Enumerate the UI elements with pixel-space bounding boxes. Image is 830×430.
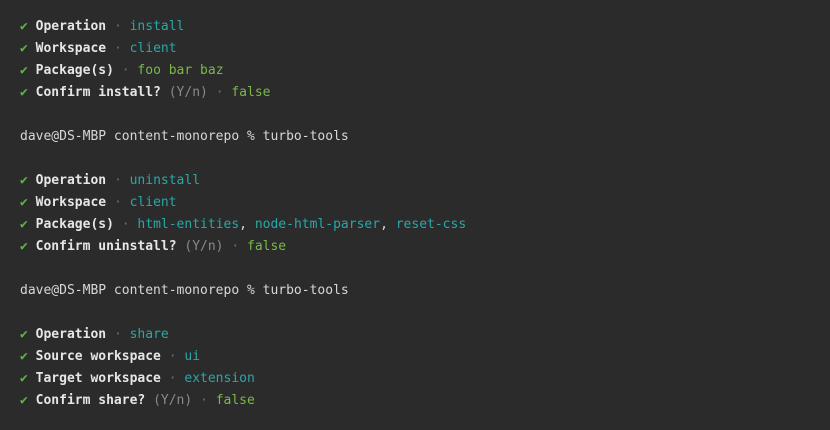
check-icon: ✔ — [20, 393, 28, 408]
prompt-line: ✔ Confirm share? (Y/n) · false — [20, 390, 830, 412]
prompt-value: share — [129, 327, 169, 342]
separator-dot: · — [113, 173, 122, 188]
prompt-label: Source workspace — [35, 349, 161, 364]
prompt-line: ✔ Confirm install? (Y/n) · false — [20, 82, 830, 104]
prompt-section-uninstall: dave@DS-MBP content-monorepo % turbo-too… — [20, 126, 830, 258]
package-value: reset-css — [395, 217, 467, 232]
prompt-line: ✔ Workspace · client — [20, 38, 830, 60]
list-separator: , — [239, 217, 255, 232]
prompt-label: Confirm install? — [35, 85, 161, 100]
separator-dot: · — [200, 393, 208, 408]
check-icon: ✔ — [20, 217, 28, 232]
prompt-label: Operation — [35, 19, 107, 34]
separator-dot: · — [113, 19, 122, 34]
prompt-value: extension — [184, 371, 255, 386]
check-icon: ✔ — [20, 349, 28, 364]
package-value: html-entities — [137, 217, 240, 232]
check-icon: ✔ — [20, 195, 28, 210]
prompt-line: ✔ Operation · share — [20, 324, 830, 346]
check-icon: ✔ — [20, 371, 28, 386]
separator-dot: · — [168, 349, 177, 364]
prompt-label: Target workspace — [35, 371, 161, 386]
prompt-value: foo bar baz — [137, 63, 224, 78]
prompt-value: install — [129, 19, 185, 34]
separator-dot: · — [168, 371, 177, 386]
separator-dot: · — [215, 85, 224, 100]
prompt-value: client — [129, 195, 177, 210]
check-icon: ✔ — [20, 173, 28, 188]
prompt-section-install: ✔ Operation · install ✔ Workspace · clie… — [20, 16, 830, 104]
list-separator: , — [380, 217, 396, 232]
separator-dot: · — [113, 195, 122, 210]
package-value: node-html-parser — [254, 217, 381, 232]
prompt-line: ✔ Target workspace · extension — [20, 368, 830, 390]
separator-dot: · — [121, 217, 130, 232]
prompt-line: ✔ Confirm uninstall? (Y/n) · false — [20, 236, 830, 258]
separator-dot: · — [113, 41, 122, 56]
check-icon: ✔ — [20, 19, 28, 34]
shell-command-line: dave@DS-MBP content-monorepo % turbo-too… — [20, 129, 349, 144]
shell-command-line: dave@DS-MBP content-monorepo % turbo-too… — [20, 283, 349, 298]
prompt-label: Package(s) — [35, 217, 114, 232]
prompt-line: ✔ Workspace · client — [20, 192, 830, 214]
prompt-value: client — [129, 41, 177, 56]
prompt-line: ✔ Operation · install — [20, 16, 830, 38]
check-icon: ✔ — [20, 327, 28, 342]
prompt-section-share: dave@DS-MBP content-monorepo % turbo-too… — [20, 280, 830, 412]
prompt-line: ✔ Package(s) · html-entities, node-html-… — [20, 214, 830, 236]
check-icon: ✔ — [20, 239, 28, 254]
terminal-window[interactable]: ✔ Operation · install ✔ Workspace · clie… — [0, 0, 830, 430]
prompt-line: ✔ Source workspace · ui — [20, 346, 830, 368]
separator-dot: · — [121, 63, 130, 78]
prompt-label: Workspace — [35, 41, 107, 56]
prompt-line: ✔ Operation · uninstall — [20, 170, 830, 192]
prompt-value: false — [247, 239, 287, 254]
prompt-value: false — [215, 393, 255, 408]
check-icon: ✔ — [20, 85, 28, 100]
prompt-value: uninstall — [129, 173, 201, 188]
prompt-label: Confirm uninstall? — [35, 239, 177, 254]
prompt-label: Operation — [35, 173, 107, 188]
prompt-label: Workspace — [35, 195, 107, 210]
prompt-line: ✔ Package(s) · foo bar baz — [20, 60, 830, 82]
check-icon: ✔ — [20, 41, 28, 56]
prompt-hint: (Y/n) — [153, 393, 193, 408]
prompt-hint: (Y/n) — [168, 85, 208, 100]
separator-dot: · — [231, 239, 240, 254]
check-icon: ✔ — [20, 63, 28, 78]
separator-dot: · — [113, 327, 122, 342]
prompt-label: Package(s) — [35, 63, 114, 78]
prompt-label: Operation — [35, 327, 107, 342]
prompt-hint: (Y/n) — [184, 239, 224, 254]
prompt-value: false — [231, 85, 271, 100]
prompt-value: ui — [184, 349, 201, 364]
prompt-label: Confirm share? — [35, 393, 146, 408]
